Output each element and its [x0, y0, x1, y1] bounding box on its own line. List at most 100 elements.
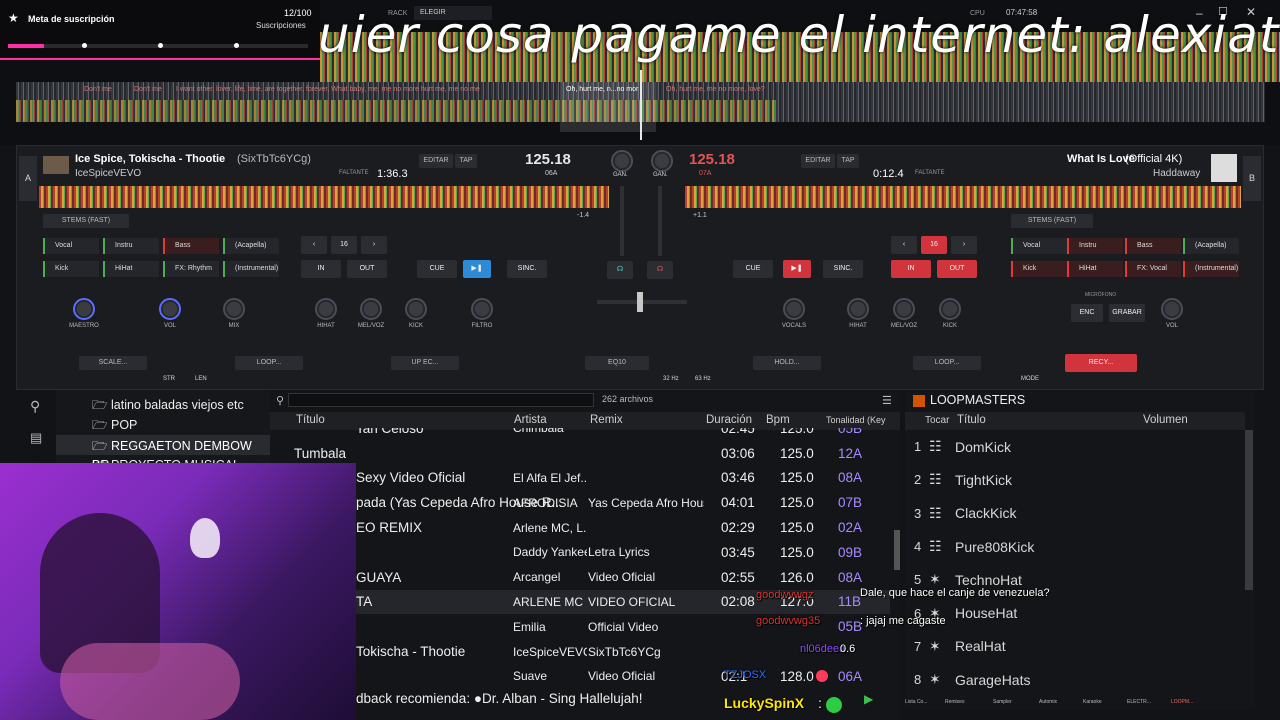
browser-search-input[interactable] [288, 393, 594, 407]
gain-a-knob[interactable] [611, 150, 633, 172]
tab-loopmasters[interactable]: LOOPM... [1171, 699, 1215, 705]
fx-select-hold[interactable]: HOLD... [753, 356, 821, 370]
deck-a-sync[interactable]: SINC. [507, 260, 547, 278]
stem-pad-vocal[interactable]: Vocal [43, 238, 99, 254]
browser-search-icon[interactable]: ⚲ [276, 394, 284, 407]
mix-knob[interactable] [223, 298, 245, 320]
drum-icon[interactable]: ☷ [929, 538, 942, 555]
table-row[interactable]: Tan Celoso Chimbala 02:45 125.0 05B [270, 428, 890, 441]
deck-b-loop-in[interactable]: IN [891, 260, 931, 278]
loop-item[interactable]: 3 ☷ ClackKick [905, 497, 1245, 530]
deck-b-bpm[interactable]: 125.18 [689, 151, 735, 168]
computer-icon[interactable]: ▤ [30, 430, 42, 446]
fx-select-loop[interactable]: LOOP... [913, 356, 981, 370]
fx-select-scale[interactable]: SCALE... [79, 356, 147, 370]
eq-preset-select[interactable]: EQ10 [585, 356, 649, 370]
mic-enc-button[interactable]: ENC [1071, 304, 1103, 322]
stem-pad-bass[interactable]: Bass [1125, 238, 1181, 254]
headphone-b-icon[interactable]: ☊ [647, 261, 673, 279]
col-title[interactable]: Título [957, 414, 986, 426]
col-play[interactable]: Tocar [925, 415, 949, 426]
stem-pad-instrumental[interactable]: (Instrumental) [223, 261, 279, 277]
recommendation-text[interactable]: dback recomienda: ●Dr. Alban - Sing Hall… [356, 691, 643, 706]
col-key[interactable]: Tonalidad (Key [826, 415, 886, 425]
deck-b-waveform[interactable] [685, 186, 1241, 208]
col-artist[interactable]: Artista [514, 414, 547, 426]
col-bpm[interactable]: Bpm [766, 414, 790, 426]
volume-fader-a[interactable] [620, 186, 624, 256]
deck-b-cue[interactable]: CUE [733, 260, 773, 278]
fx-select-loop[interactable]: LOOP... [235, 356, 303, 370]
eq-knob[interactable] [847, 298, 869, 320]
search-icon[interactable]: ⚲ [30, 398, 40, 415]
col-remix[interactable]: Remix [590, 414, 623, 426]
deck-a-bpm[interactable]: 125.18 [525, 151, 571, 168]
deck-b-stems-select[interactable]: STEMS (FAST) [1011, 214, 1093, 228]
deck-a-waveform[interactable] [39, 186, 609, 208]
tab-electro[interactable]: ELECTR... [1127, 699, 1171, 705]
deck-b-key[interactable]: 07A [699, 170, 711, 177]
col-title[interactable]: Título [296, 414, 325, 426]
eq-knob[interactable] [893, 298, 915, 320]
browser-scrollbar[interactable] [894, 530, 900, 570]
deck-a-loop-out[interactable]: OUT [347, 260, 387, 278]
stem-pad-fx[interactable]: FX: Rhythm [163, 261, 219, 277]
col-duration[interactable]: Duración [706, 414, 752, 426]
loop-item[interactable]: 4 ☷ Pure808Kick [905, 530, 1245, 563]
deck-a-loop-next[interactable]: › [361, 236, 387, 254]
vol-knob[interactable] [159, 298, 181, 320]
stem-pad-fx[interactable]: FX: Vocal [1125, 261, 1181, 277]
stem-pad-instru[interactable]: Instru [103, 238, 159, 254]
folder-item[interactable]: 🗁 POP [92, 416, 137, 437]
deck-b-play[interactable]: ▶❚ [783, 260, 811, 278]
filter-knob[interactable] [471, 298, 493, 320]
master-knob[interactable] [73, 298, 95, 320]
deck-a-tap[interactable]: TAP [455, 154, 477, 168]
eq-knob[interactable] [315, 298, 337, 320]
deck-a-cue[interactable]: CUE [417, 260, 457, 278]
deck-b-loop-next[interactable]: › [951, 236, 977, 254]
stem-pad-bass[interactable]: Bass [163, 238, 219, 254]
volume-fader-b[interactable] [658, 186, 662, 256]
eq-knob[interactable] [360, 298, 382, 320]
eq-knob[interactable] [939, 298, 961, 320]
col-volume[interactable]: Volumen [1143, 414, 1188, 426]
deck-b-loop-prev[interactable]: ‹ [891, 236, 917, 254]
deck-a-key[interactable]: 06A [545, 170, 557, 177]
table-row[interactable]: pada (Yas Cepeda Afro House R... AFRODISI… [270, 490, 890, 515]
deck-a-stems-select[interactable]: STEMS (FAST) [43, 214, 129, 228]
stem-pad-kick[interactable]: Kick [1011, 261, 1067, 277]
deck-a-edit[interactable]: EDITAR [419, 154, 453, 168]
stem-pad-instrumental[interactable]: (Instrumental) [1183, 261, 1239, 277]
fx-select-upec[interactable]: UP EC... [391, 356, 459, 370]
fx-select-recycle[interactable]: RECY... [1065, 354, 1137, 372]
deck-b-tap[interactable]: TAP [837, 154, 859, 168]
table-row[interactable]: Tumbala 03:06 125.0 12A [270, 441, 890, 466]
eq-knob[interactable] [405, 298, 427, 320]
crossfader-handle[interactable] [637, 292, 643, 312]
deck-a-letter[interactable]: A [19, 156, 37, 201]
stem-pad-kick[interactable]: Kick [43, 261, 99, 277]
gain-b-knob[interactable] [651, 150, 673, 172]
loop-item[interactable]: 2 ☷ TightKick [905, 463, 1245, 496]
record-button[interactable]: GRABAR [1109, 304, 1145, 322]
stem-pad-vocal[interactable]: Vocal [1011, 238, 1067, 254]
table-row[interactable]: Sexy Video Oficial El Alfa El Jef... 03:46… [270, 466, 890, 491]
stem-pad-instru[interactable]: Instru [1067, 238, 1123, 254]
stem-pad-hihat[interactable]: HiHat [103, 261, 159, 277]
deck-a-loop-in[interactable]: IN [301, 260, 341, 278]
stem-pad-acapella[interactable]: (Acapella) [1183, 238, 1239, 254]
loop-item[interactable]: 1 ☷ DomKick [905, 430, 1245, 463]
list-view-icon[interactable]: ☰ [882, 394, 892, 407]
deck-a-loop-prev[interactable]: ‹ [301, 236, 327, 254]
deck-b-edit[interactable]: EDITAR [801, 154, 835, 168]
table-row[interactable]: EO REMIX Arlene MC, L... 02:29 125.0 02A [270, 515, 890, 540]
table-row[interactable]: Daddy Yankee Letra Lyrics 03:45 125.0 09B [270, 540, 890, 565]
deck-b-loop-out[interactable]: OUT [937, 260, 977, 278]
stem-pad-acapella[interactable]: (Acapella) [223, 238, 279, 254]
deck-b-letter[interactable]: B [1243, 156, 1261, 201]
deck-b-loop-size[interactable]: 16 [921, 236, 947, 254]
folder-item[interactable]: 🗁 latino baladas viejos etc [92, 396, 244, 417]
drum-icon[interactable]: ☷ [929, 505, 942, 522]
deck-b-sync[interactable]: SINC. [823, 260, 863, 278]
